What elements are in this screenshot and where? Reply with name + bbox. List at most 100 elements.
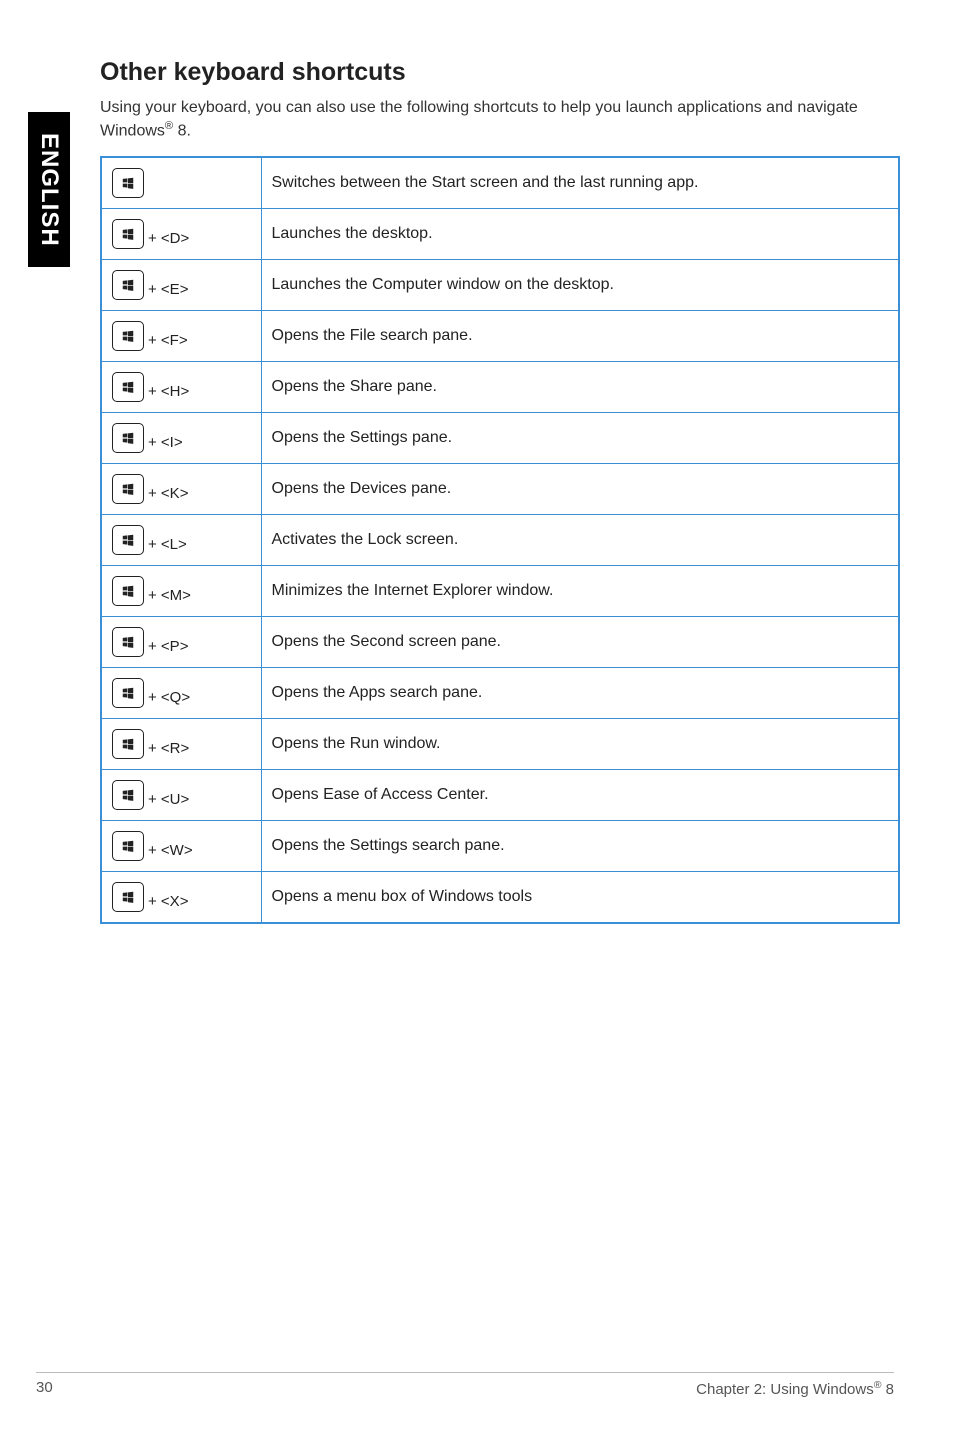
intro-text-a: Using your keyboard, you can also use th… [100, 99, 858, 139]
key-combo-text: + <L> [148, 536, 187, 555]
key-combo-text: + <M> [148, 587, 191, 606]
shortcut-description: Opens the Run window. [261, 718, 899, 769]
shortcut-key-cell: + <R> [101, 718, 261, 769]
shortcut-description: Opens the Settings search pane. [261, 820, 899, 871]
intro-text: Using your keyboard, you can also use th… [100, 97, 900, 142]
page-number: 30 [36, 1379, 53, 1398]
table-row: + <L> Activates the Lock screen. [101, 514, 899, 565]
table-row: + <Q> Opens the Apps search pane. [101, 667, 899, 718]
windows-key [112, 627, 144, 657]
windows-key [112, 321, 144, 351]
table-row: + <D> Launches the desktop. [101, 208, 899, 259]
table-row: + <H> Opens the Share pane. [101, 361, 899, 412]
table-row: + <R> Opens the Run window. [101, 718, 899, 769]
intro-text-b: 8. [173, 122, 191, 139]
table-row: Switches between the Start screen and th… [101, 157, 899, 209]
shortcut-description: Switches between the Start screen and th… [261, 157, 899, 209]
key-combo-text: + <I> [148, 434, 183, 453]
shortcut-description: Opens the File search pane. [261, 310, 899, 361]
windows-icon [121, 431, 135, 445]
table-row: + <W> Opens the Settings search pane. [101, 820, 899, 871]
windows-key [112, 780, 144, 810]
shortcut-key-cell: + <H> [101, 361, 261, 412]
windows-icon [121, 329, 135, 343]
shortcut-key-cell [101, 157, 261, 209]
windows-key [112, 372, 144, 402]
shortcut-description: Launches the Computer window on the desk… [261, 259, 899, 310]
chapter-label-a: Chapter 2: Using Windows [696, 1381, 874, 1398]
shortcut-description: Opens the Apps search pane. [261, 667, 899, 718]
reg-mark: ® [165, 120, 173, 132]
shortcut-key-cell: + <E> [101, 259, 261, 310]
windows-key [112, 882, 144, 912]
windows-icon [121, 890, 135, 904]
windows-icon [121, 227, 135, 241]
key-combo-text: + <H> [148, 383, 189, 402]
key-combo-text: + <X> [148, 893, 188, 912]
language-tab: ENGLISH [28, 112, 70, 267]
windows-key [112, 168, 144, 198]
page-title: Other keyboard shortcuts [100, 58, 900, 87]
language-tab-label: ENGLISH [35, 133, 63, 247]
shortcut-description: Opens the Devices pane. [261, 463, 899, 514]
key-combo-text: + <Q> [148, 689, 190, 708]
shortcut-description: Opens the Second screen pane. [261, 616, 899, 667]
table-row: + <P> Opens the Second screen pane. [101, 616, 899, 667]
windows-key [112, 474, 144, 504]
shortcut-key-cell: + <P> [101, 616, 261, 667]
key-combo-text: + <R> [148, 740, 189, 759]
windows-icon [121, 737, 135, 751]
key-combo-text: + <D> [148, 230, 189, 249]
windows-icon [121, 278, 135, 292]
page-footer: 30 Chapter 2: Using Windows® 8 [36, 1372, 894, 1398]
windows-icon [121, 482, 135, 496]
shortcut-key-cell: + <Q> [101, 667, 261, 718]
table-row: + <F> Opens the File search pane. [101, 310, 899, 361]
windows-key [112, 423, 144, 453]
shortcut-key-cell: + <U> [101, 769, 261, 820]
windows-key [112, 678, 144, 708]
windows-icon [121, 635, 135, 649]
shortcut-description: Opens the Share pane. [261, 361, 899, 412]
shortcut-key-cell: + <D> [101, 208, 261, 259]
windows-key [112, 729, 144, 759]
shortcut-description: Minimizes the Internet Explorer window. [261, 565, 899, 616]
key-combo-text: + <E> [148, 281, 188, 300]
shortcut-key-cell: + <K> [101, 463, 261, 514]
table-row: + <M> Minimizes the Internet Explorer win… [101, 565, 899, 616]
windows-key [112, 525, 144, 555]
windows-icon [121, 788, 135, 802]
table-row: + <E> Launches the Computer window on the… [101, 259, 899, 310]
shortcut-description: Activates the Lock screen. [261, 514, 899, 565]
shortcut-key-cell: + <W> [101, 820, 261, 871]
key-combo-text: + <U> [148, 791, 189, 810]
shortcut-key-cell: + <F> [101, 310, 261, 361]
key-combo-text: + <F> [148, 332, 188, 351]
windows-icon [121, 176, 135, 190]
windows-icon [121, 533, 135, 547]
table-row: + <X> Opens a menu box of Windows tools [101, 871, 899, 923]
content-area: Other keyboard shortcuts Using your keyb… [100, 58, 900, 924]
key-combo-text: + <P> [148, 638, 188, 657]
shortcut-description: Opens a menu box of Windows tools [261, 871, 899, 923]
windows-icon [121, 584, 135, 598]
shortcut-key-cell: + <X> [101, 871, 261, 923]
shortcut-description: Opens the Settings pane. [261, 412, 899, 463]
shortcut-description: Launches the desktop. [261, 208, 899, 259]
shortcut-key-cell: + <L> [101, 514, 261, 565]
table-row: + <K>Opens the Devices pane. [101, 463, 899, 514]
windows-icon [121, 686, 135, 700]
windows-key [112, 831, 144, 861]
windows-icon [121, 839, 135, 853]
windows-icon [121, 380, 135, 394]
table-row: + <I> Opens the Settings pane. [101, 412, 899, 463]
chapter-label-b: 8 [881, 1381, 894, 1398]
chapter-label: Chapter 2: Using Windows® 8 [696, 1379, 894, 1398]
shortcuts-table: Switches between the Start screen and th… [100, 156, 900, 924]
shortcut-description: Opens Ease of Access Center. [261, 769, 899, 820]
key-combo-text: + <W> [148, 842, 193, 861]
windows-key [112, 576, 144, 606]
windows-key [112, 270, 144, 300]
shortcut-key-cell: + <I> [101, 412, 261, 463]
shortcut-key-cell: + <M> [101, 565, 261, 616]
